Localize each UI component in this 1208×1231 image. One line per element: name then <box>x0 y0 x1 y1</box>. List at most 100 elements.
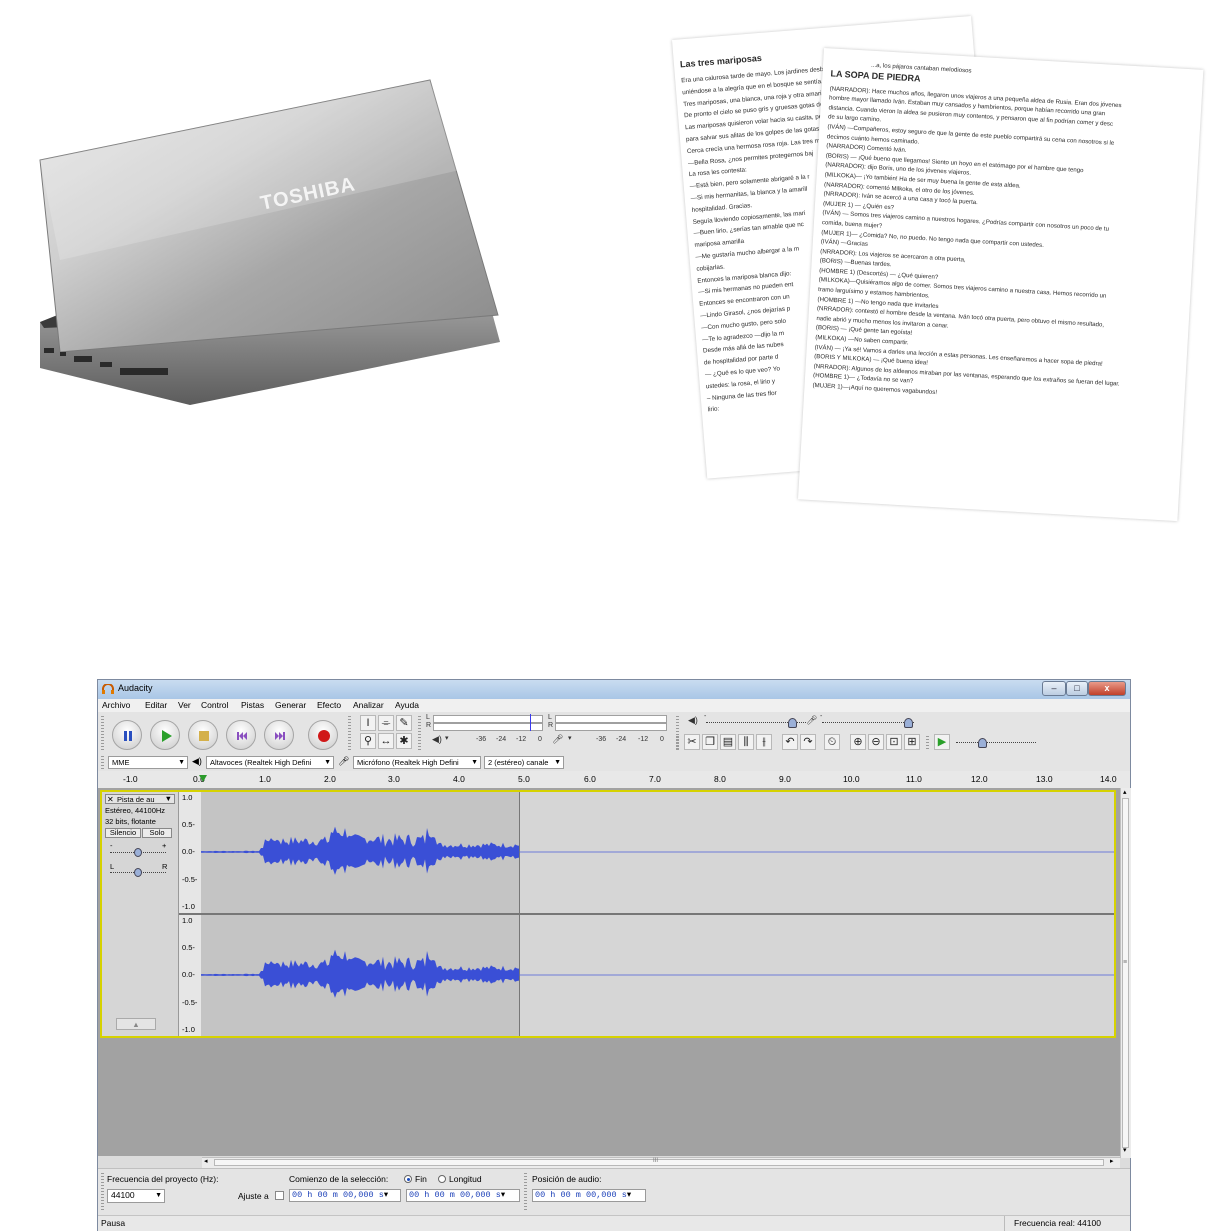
toolbar-grip[interactable] <box>101 716 104 750</box>
paste-icon[interactable]: ▤ <box>720 734 736 750</box>
minimize-button[interactable]: – <box>1042 681 1066 696</box>
menu-efecto[interactable]: Efecto <box>317 700 341 710</box>
sync-lock-icon[interactable]: ⏲ <box>824 734 840 750</box>
amplitude-scale-bottom[interactable]: 1.0 0.5- 0.0- -0.5- -1.0 <box>179 915 202 1036</box>
menu-ver[interactable]: Ver <box>178 700 191 710</box>
project-rate-select[interactable]: 44100 ▼ <box>107 1189 165 1203</box>
play-speed-slider[interactable] <box>956 742 1036 743</box>
undo-icon[interactable]: ↶ <box>782 734 798 750</box>
play-head-icon[interactable] <box>199 775 207 782</box>
toolbar-grip[interactable] <box>348 716 351 750</box>
menu-analizar[interactable]: Analizar <box>353 700 384 710</box>
record-button[interactable] <box>308 720 338 750</box>
toolbar-grip[interactable] <box>418 716 421 750</box>
ruler-label: 12.0 <box>971 774 988 784</box>
selection-end-value: 00 h 00 m 00,000 s <box>409 1190 501 1200</box>
draw-tool-icon[interactable]: ✎ <box>396 715 412 731</box>
skip-end-button[interactable] <box>264 720 294 750</box>
selection-start-time[interactable]: 00 h 00 m 00,000 s▾ <box>289 1189 401 1202</box>
input-device-select[interactable]: Micrófono (Realtek High Defini ▼ <box>353 756 481 769</box>
toolbar-grip[interactable] <box>101 1173 104 1211</box>
pause-button[interactable] <box>112 720 142 750</box>
length-radio[interactable] <box>438 1175 446 1183</box>
gain-slider-thumb[interactable] <box>134 848 142 857</box>
close-button[interactable]: x <box>1088 681 1126 696</box>
horizontal-scrollbar[interactable]: ◂ III ▸ <box>202 1157 1120 1168</box>
pan-slider-thumb[interactable] <box>134 868 142 877</box>
scroll-left-icon[interactable]: ◂ <box>204 1157 208 1165</box>
waveform-shape <box>201 949 519 998</box>
selection-tool-icon[interactable]: I <box>360 715 376 731</box>
menu-pistas[interactable]: Pistas <box>241 700 264 710</box>
play-button[interactable] <box>150 720 180 750</box>
solo-button[interactable]: Solo <box>142 828 172 838</box>
end-radio[interactable] <box>404 1175 412 1183</box>
copy-icon[interactable]: ❐ <box>702 734 718 750</box>
zoom-in-icon[interactable]: ⊕ <box>850 734 866 750</box>
input-volume-thumb[interactable] <box>904 718 913 728</box>
speaker-icon[interactable]: ◀) <box>432 734 442 745</box>
menu-editar[interactable]: Editar <box>145 700 167 710</box>
host-select[interactable]: MME ▼ <box>108 756 188 769</box>
fit-project-icon[interactable]: ⊞ <box>904 734 920 750</box>
timeshift-tool-icon[interactable]: ↔ <box>378 733 394 749</box>
maximize-button[interactable]: □ <box>1066 681 1088 696</box>
waveform-channel-left[interactable] <box>201 792 1114 913</box>
trim-icon[interactable]: ⫼ <box>738 734 754 750</box>
snap-to-checkbox[interactable] <box>275 1191 284 1200</box>
scroll-down-icon[interactable]: ▾ <box>1123 1146 1127 1154</box>
audio-track[interactable]: ✕ Pista de au ▼ Estéreo, 44100Hz 32 bits… <box>100 790 1116 1038</box>
fit-selection-icon[interactable]: ⊡ <box>886 734 902 750</box>
amplitude-scale-top[interactable]: 1.0 0.5- 0.0- -0.5- -1.0 <box>179 792 202 913</box>
toolbar-grip[interactable] <box>926 736 929 750</box>
menu-ayuda[interactable]: Ayuda <box>395 700 419 710</box>
title-bar[interactable]: Audacity – □ x <box>98 680 1130 699</box>
channels-select[interactable]: 2 (estéreo) canale ▼ <box>484 756 564 769</box>
toolbar-grip[interactable] <box>524 1173 527 1211</box>
horizontal-scroll-thumb[interactable]: III <box>214 1158 1104 1166</box>
track-name-dropdown[interactable]: ✕ Pista de au ▼ <box>105 794 175 804</box>
mute-button[interactable]: Silencio <box>105 828 141 838</box>
menu-control[interactable]: Control <box>201 700 228 710</box>
track-close-icon[interactable]: ✕ <box>107 795 114 804</box>
collapse-track-button[interactable]: ▲ <box>116 1018 156 1030</box>
play-speed-thumb[interactable] <box>978 738 987 748</box>
silence-icon[interactable]: ⫲ <box>756 734 772 750</box>
vertical-scroll-thumb[interactable]: ≡ <box>1122 798 1129 1148</box>
end-radio-dot <box>407 1178 410 1181</box>
skip-start-button[interactable] <box>226 720 256 750</box>
scroll-right-icon[interactable]: ▸ <box>1110 1157 1114 1165</box>
playback-meter-right <box>433 723 543 731</box>
play-icon <box>162 730 172 742</box>
menu-generar[interactable]: Generar <box>275 700 306 710</box>
playback-meter-dropdown[interactable]: ▾ <box>445 734 449 742</box>
menu-archivo[interactable]: Archivo <box>102 700 130 710</box>
vertical-scrollbar[interactable]: ▴ ≡ ▾ <box>1120 788 1131 1158</box>
channels-value: 2 (estéreo) canale <box>488 758 549 767</box>
record-meter-dropdown[interactable]: ▾ <box>568 734 572 742</box>
toolbar-grip[interactable] <box>101 756 104 769</box>
waveform-channel-right[interactable] <box>201 915 1114 1036</box>
output-device-select[interactable]: Altavoces (Realtek High Defini ▼ <box>206 756 334 769</box>
multi-tool-icon[interactable]: ✱ <box>396 733 412 749</box>
redo-icon[interactable]: ↷ <box>800 734 816 750</box>
record-icon <box>318 730 330 742</box>
playback-meter-left <box>433 715 543 723</box>
chevron-down-icon: ▼ <box>164 794 172 803</box>
zoom-out-icon[interactable]: ⊖ <box>868 734 884 750</box>
play-at-speed-icon[interactable]: ▶ <box>934 734 950 750</box>
ruler-label: 5.0 <box>518 774 530 784</box>
toolbar-grip[interactable] <box>676 736 679 750</box>
selection-end-time[interactable]: 00 h 00 m 00,000 s▾ <box>406 1189 520 1202</box>
output-volume-thumb[interactable] <box>788 718 797 728</box>
scale-label: 1.0 <box>182 793 193 802</box>
microphone-icon[interactable]: 🎤︎ <box>552 734 563 745</box>
zoom-tool-icon[interactable]: ⚲ <box>360 733 376 749</box>
timeline-ruler[interactable]: -1.0 0.0 1.0 2.0 3.0 4.0 5.0 6.0 7.0 8.0… <box>98 771 1130 789</box>
input-volume-slider[interactable] <box>822 722 914 723</box>
envelope-tool-icon[interactable]: ⌯ <box>378 715 394 731</box>
cut-icon[interactable]: ✂ <box>684 734 700 750</box>
audio-position-time[interactable]: 00 h 00 m 00,000 s▾ <box>532 1189 646 1202</box>
stop-button[interactable] <box>188 720 218 750</box>
scroll-up-icon[interactable]: ▴ <box>1123 788 1127 796</box>
